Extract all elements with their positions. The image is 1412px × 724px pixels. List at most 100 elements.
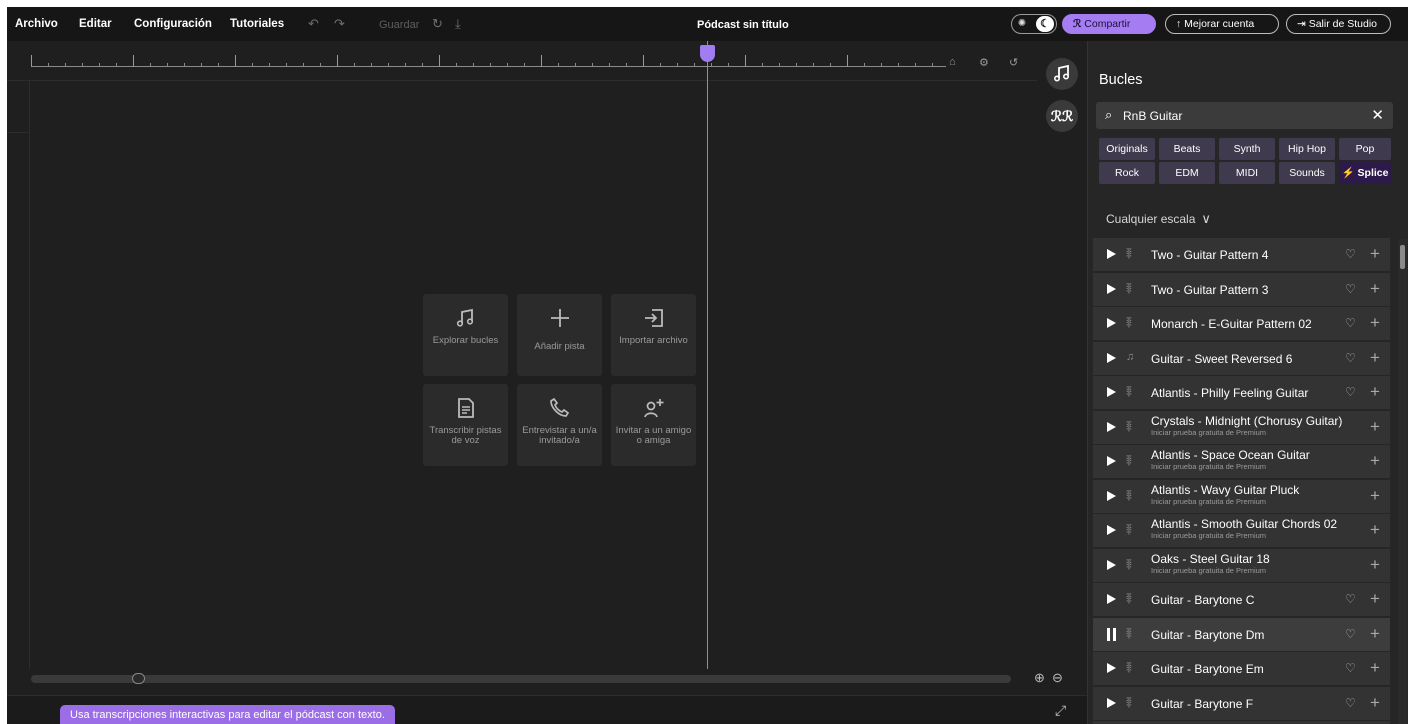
add-loop-icon[interactable]: + (1370, 417, 1380, 437)
scroll-thumb[interactable] (132, 673, 145, 684)
play-icon[interactable] (1107, 594, 1116, 604)
premium-trial-link[interactable]: Iniciar prueba gratuita de Premium (1151, 497, 1266, 506)
redo-icon[interactable]: ↷ (334, 17, 348, 31)
add-loop-icon[interactable]: + (1370, 693, 1380, 713)
timeline-ruler[interactable]: ⌂ ⚙ ↺ (7, 41, 1037, 81)
add-loop-icon[interactable]: + (1370, 382, 1380, 402)
play-icon[interactable] (1107, 283, 1116, 294)
add-loop-icon[interactable]: + (1370, 555, 1380, 575)
vertical-scroll-thumb[interactable] (1400, 245, 1405, 269)
add-loop-icon[interactable]: + (1370, 313, 1380, 333)
share-button[interactable]: ℛ Compartir (1062, 14, 1156, 34)
loop-search[interactable]: ⌕ ✕ (1096, 102, 1393, 129)
loop-row[interactable]: ⦙|⦙ Guitar - Barytone Dm ♡ + (1093, 617, 1390, 651)
chip-synth[interactable]: Synth (1219, 138, 1275, 160)
search-input[interactable] (1123, 106, 1363, 125)
play-icon[interactable] (1107, 421, 1116, 432)
chip-rock[interactable]: Rock (1099, 162, 1155, 184)
chip-beats[interactable]: Beats (1159, 138, 1215, 160)
upgrade-button[interactable]: ↑ Mejorar cuenta (1165, 14, 1279, 34)
chip-originals[interactable]: Originals (1099, 138, 1155, 160)
loop-row[interactable]: ⦙|⦙ Monarch - E-Guitar Pattern 02 ♡ + (1093, 307, 1390, 340)
zoom-out-icon[interactable]: ⊖ (1052, 670, 1063, 686)
play-icon[interactable] (1107, 318, 1116, 328)
play-icon[interactable] (1107, 352, 1116, 363)
heart-icon[interactable]: ♡ (1345, 592, 1356, 606)
menu-edit[interactable]: Editar (79, 18, 112, 30)
add-loop-icon[interactable]: + (1370, 658, 1380, 678)
loop-row[interactable]: ⦙|⦙ Crystals - Midnight (Chorusy Guitar) I… (1093, 410, 1390, 444)
expand-icon[interactable]: ⤢ (1055, 702, 1066, 719)
horizontal-scrollbar[interactable] (31, 675, 1011, 683)
close-icon[interactable]: ✕ (1371, 106, 1384, 124)
settings-icon[interactable]: ⚙ (979, 56, 989, 69)
menu-file[interactable]: Archivo (15, 18, 58, 30)
add-loop-icon[interactable]: + (1370, 589, 1380, 609)
premium-trial-link[interactable]: Iniciar prueba gratuita de Premium (1151, 462, 1266, 471)
loop-row[interactable]: ⦙|⦙ Guitar - Barytone C ♡ + (1093, 583, 1390, 616)
chip-splice[interactable]: ⚡ Splice (1339, 162, 1391, 184)
premium-trial-link[interactable]: Iniciar prueba gratuita de Premium (1151, 531, 1266, 540)
menu-tutorials[interactable]: Tutoriales (230, 18, 284, 30)
loop-row[interactable]: ⦙|⦙ Two - Guitar Pattern 4 ♡ + (1093, 238, 1390, 271)
loop-row[interactable]: ⦙|⦙ Oaks - Steel Guitar 18 Iniciar prueba … (1093, 548, 1390, 582)
undo-icon[interactable]: ↶ (308, 17, 322, 31)
download-icon[interactable]: ⤓ (455, 17, 469, 31)
loop-row[interactable]: ⦙|⦙ Atlantis - Space Ocean Guitar Iniciar … (1093, 445, 1390, 478)
podcast-title[interactable]: Pódcast sin título (697, 19, 789, 31)
play-icon[interactable] (1107, 697, 1116, 708)
play-icon[interactable] (1107, 525, 1116, 535)
play-icon[interactable] (1107, 456, 1116, 466)
exit-studio-button[interactable]: ⇥ Salir de Studio (1286, 14, 1391, 34)
add-loop-icon[interactable]: + (1370, 520, 1380, 540)
play-icon[interactable] (1107, 387, 1116, 397)
add-loop-icon[interactable]: + (1370, 486, 1380, 506)
heart-icon[interactable]: ♡ (1345, 351, 1356, 365)
invite-friend-tile[interactable]: Invitar a un amigo o amiga (611, 384, 696, 466)
interview-guest-tile[interactable]: Entrevistar a un/a invitado/a (517, 384, 602, 466)
heart-icon[interactable]: ♡ (1345, 661, 1356, 675)
heart-icon[interactable]: ♡ (1345, 282, 1356, 296)
add-loop-icon[interactable]: + (1370, 624, 1380, 644)
chip-edm[interactable]: EDM (1159, 162, 1215, 184)
pause-icon[interactable] (1107, 627, 1116, 641)
add-loop-icon[interactable]: + (1370, 348, 1380, 368)
transcribe-tile[interactable]: Transcribir pistas de voz (423, 384, 508, 466)
loop-row[interactable]: ♫ Guitar - Sweet Reversed 6 ♡ + (1093, 341, 1390, 375)
import-file-tile[interactable]: Importar archivo (611, 294, 696, 376)
premium-trial-link[interactable]: Iniciar prueba gratuita de Premium (1151, 566, 1266, 575)
premium-trial-link[interactable]: Iniciar prueba gratuita de Premium (1151, 428, 1266, 437)
loop-row[interactable]: ⦙|⦙ Guitar - Barytone Em ♡ + (1093, 652, 1390, 685)
add-loop-icon[interactable]: + (1370, 279, 1380, 299)
play-icon[interactable] (1107, 249, 1116, 259)
add-track-tile[interactable]: Añadir pista (517, 294, 602, 376)
loop-row[interactable]: ⦙|⦙ Two - Guitar Pattern 3 ♡ + (1093, 272, 1390, 306)
save-button[interactable]: Guardar (379, 19, 419, 31)
collaborators-button[interactable]: ℛℛ (1046, 100, 1078, 132)
chip-sounds[interactable]: Sounds (1279, 162, 1335, 184)
history-icon[interactable]: ↻ (432, 17, 446, 31)
scale-dropdown[interactable]: Cualquier escala ∨ (1106, 211, 1211, 227)
explore-loops-tile[interactable]: Explorar bucles (423, 294, 508, 376)
chip-pop[interactable]: Pop (1339, 138, 1391, 160)
playhead-handle[interactable] (700, 45, 715, 62)
chip-midi[interactable]: MIDI (1219, 162, 1275, 184)
heart-icon[interactable]: ♡ (1345, 316, 1356, 330)
loops-panel-button[interactable] (1046, 58, 1078, 90)
heart-icon[interactable]: ♡ (1345, 385, 1356, 399)
loop-icon[interactable]: ↺ (1009, 56, 1018, 69)
play-icon[interactable] (1107, 559, 1116, 570)
heart-icon[interactable]: ♡ (1345, 627, 1356, 641)
menu-settings[interactable]: Configuración (134, 18, 212, 30)
transcript-hint-banner[interactable]: Usa transcripciones interactivas para ed… (60, 705, 395, 724)
heart-icon[interactable]: ♡ (1345, 247, 1356, 261)
theme-toggle[interactable]: ✺ ☾ (1011, 14, 1057, 34)
chip-hip-hop[interactable]: Hip Hop (1279, 138, 1335, 160)
snap-icon[interactable]: ⌂ (949, 56, 956, 68)
zoom-in-icon[interactable]: ⊕ (1034, 670, 1045, 686)
loop-row[interactable]: ⦙|⦙ Atlantis - Wavy Guitar Pluck Iniciar p… (1093, 479, 1390, 513)
vertical-scrollbar[interactable] (1398, 239, 1407, 724)
add-loop-icon[interactable]: + (1370, 451, 1380, 471)
loop-row[interactable]: ⦙|⦙ Atlantis - Philly Feeling Guitar ♡ + (1093, 376, 1390, 409)
add-loop-icon[interactable]: + (1370, 244, 1380, 264)
